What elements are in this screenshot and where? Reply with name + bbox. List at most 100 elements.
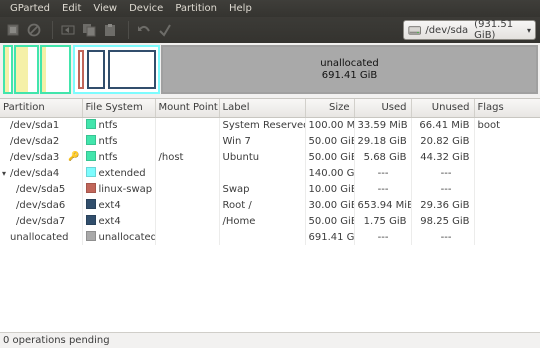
menu-edit[interactable]: Edit <box>56 0 87 17</box>
apply-button[interactable] <box>156 21 174 39</box>
header-used[interactable]: Used <box>354 99 412 118</box>
new-icon <box>7 24 19 36</box>
cell-size: 140.00 GiB <box>305 165 355 181</box>
table-row[interactable]: /dev/sda2 ntfs Win 7 50.00 GiB 29.18 GiB… <box>0 133 540 149</box>
undo-button[interactable] <box>135 21 153 39</box>
table-row[interactable]: ▾/dev/sda4 extended 140.00 GiB --- --- <box>0 165 540 181</box>
table-row[interactable]: /dev/sda1 ntfs System Reserved 100.00 Mi… <box>0 117 540 133</box>
cell-size: 30.00 GiB <box>305 197 355 213</box>
header-filesystem[interactable]: File System <box>82 99 156 118</box>
undo-icon <box>138 25 150 32</box>
cell-unused: --- <box>411 165 475 181</box>
resize-move-button[interactable] <box>59 21 77 39</box>
cell-partition: /dev/sda5 <box>0 181 83 197</box>
header-size[interactable]: Size <box>305 99 355 118</box>
graphic-unallocated-size: 691.41 GiB <box>321 69 378 81</box>
fs-color-swatch <box>85 183 96 193</box>
cell-size: 50.00 GiB <box>305 149 355 165</box>
paste-button[interactable] <box>101 21 119 39</box>
cell-partition: /dev/sda1 <box>0 117 83 133</box>
cell-filesystem: unallocated <box>82 229 156 245</box>
cell-partition: /dev/sda7 <box>0 213 83 229</box>
device-selector[interactable]: /dev/sda (931.51 GiB) ▾ <box>403 19 536 41</box>
copy-button[interactable] <box>80 21 98 39</box>
toolbar-separator <box>128 21 129 39</box>
header-partition[interactable]: Partition <box>0 99 83 118</box>
table-row[interactable]: /dev/sda6 ext4 Root / 30.00 GiB 653.94 M… <box>0 197 540 213</box>
graphic-sda2[interactable] <box>14 45 39 94</box>
expander-down-icon[interactable]: ▾ <box>2 169 10 178</box>
cell-unused: 98.25 GiB <box>411 213 475 229</box>
cell-used: 29.18 GiB <box>354 133 412 149</box>
cell-partition: /dev/sda6 <box>0 197 83 213</box>
header-flags[interactable]: Flags <box>474 99 540 118</box>
cell-mount <box>155 197 220 213</box>
graphic-sda7[interactable] <box>108 50 156 89</box>
cell-mount <box>155 213 220 229</box>
cell-size: 50.00 GiB <box>305 213 355 229</box>
header-label[interactable]: Label <box>219 99 306 118</box>
new-partition-button[interactable] <box>4 21 22 39</box>
menu-help[interactable]: Help <box>223 0 258 17</box>
cell-filesystem: ext4 <box>82 197 156 213</box>
copy-icon <box>83 24 96 37</box>
cell-used: 1.75 GiB <box>354 213 412 229</box>
cell-label: Ubuntu <box>219 149 306 165</box>
cell-label <box>219 229 306 245</box>
table-row[interactable]: /dev/sda7 ext4 /Home 50.00 GiB 1.75 GiB … <box>0 213 540 229</box>
cell-size: 10.00 GiB <box>305 181 355 197</box>
device-name: /dev/sda <box>425 24 469 36</box>
operations-pending-text: 0 operations pending <box>3 335 110 346</box>
cell-mount: /host <box>155 149 220 165</box>
table-row[interactable]: unallocated unallocated 691.41 GiB --- -… <box>0 229 540 245</box>
cell-flags: boot <box>474 117 540 133</box>
cell-size: 50.00 GiB <box>305 133 355 149</box>
cell-filesystem: extended <box>82 165 156 181</box>
cell-filesystem: ntfs <box>82 133 156 149</box>
menu-gparted[interactable]: GParted <box>4 0 56 17</box>
cell-used: --- <box>354 229 412 245</box>
menu-device[interactable]: Device <box>123 0 169 17</box>
cell-label: System Reserved <box>219 117 306 133</box>
toolbar: /dev/sda (931.51 GiB) ▾ <box>0 17 540 43</box>
graphic-sda4-extended[interactable] <box>73 45 160 94</box>
fs-color-swatch <box>85 151 96 161</box>
delete-icon <box>27 23 41 37</box>
graphic-unallocated-label: unallocated <box>320 57 379 69</box>
cell-partition: ▾/dev/sda4 <box>0 165 83 181</box>
cell-partition: /dev/sda2 <box>0 133 83 149</box>
paste-icon <box>105 24 115 36</box>
menu-view[interactable]: View <box>87 0 123 17</box>
cell-used: --- <box>354 165 412 181</box>
cell-flags <box>474 181 540 197</box>
graphic-sda6[interactable] <box>87 50 105 89</box>
graphic-sda3[interactable] <box>40 45 71 94</box>
cell-filesystem: ext4 <box>82 213 156 229</box>
cell-flags <box>474 149 540 165</box>
fs-color-swatch <box>85 231 96 241</box>
cell-partition: /dev/sda3 🔑 <box>0 149 83 165</box>
chevron-down-icon: ▾ <box>526 25 531 35</box>
cell-mount <box>155 165 220 181</box>
resize-move-icon <box>61 25 75 35</box>
cell-size: 100.00 MiB <box>305 117 355 133</box>
menu-partition[interactable]: Partition <box>169 0 223 17</box>
graphic-sda5[interactable] <box>78 50 84 89</box>
table-row[interactable]: /dev/sda3 🔑 ntfs /host Ubuntu 50.00 GiB 5… <box>0 149 540 165</box>
fs-color-swatch <box>85 135 96 145</box>
graphic-unallocated[interactable]: unallocated 691.41 GiB <box>161 45 538 94</box>
table-row[interactable]: /dev/sda5 linux-swap Swap 10.00 GiB --- … <box>0 181 540 197</box>
fs-color-swatch <box>85 199 96 209</box>
cell-filesystem: ntfs <box>82 149 156 165</box>
cell-size: 691.41 GiB <box>305 229 355 245</box>
graphic-sda1[interactable] <box>3 45 13 94</box>
menubar: GParted Edit View Device Partition Help <box>0 0 540 17</box>
header-mount-point[interactable]: Mount Point <box>155 99 220 118</box>
cell-label: /Home <box>219 213 306 229</box>
device-size: (931.51 GiB) <box>474 19 514 41</box>
delete-button[interactable] <box>25 21 43 39</box>
header-unused[interactable]: Unused <box>411 99 475 118</box>
cell-flags <box>474 229 540 245</box>
cell-partition: unallocated <box>0 229 83 245</box>
cell-unused: --- <box>411 229 475 245</box>
